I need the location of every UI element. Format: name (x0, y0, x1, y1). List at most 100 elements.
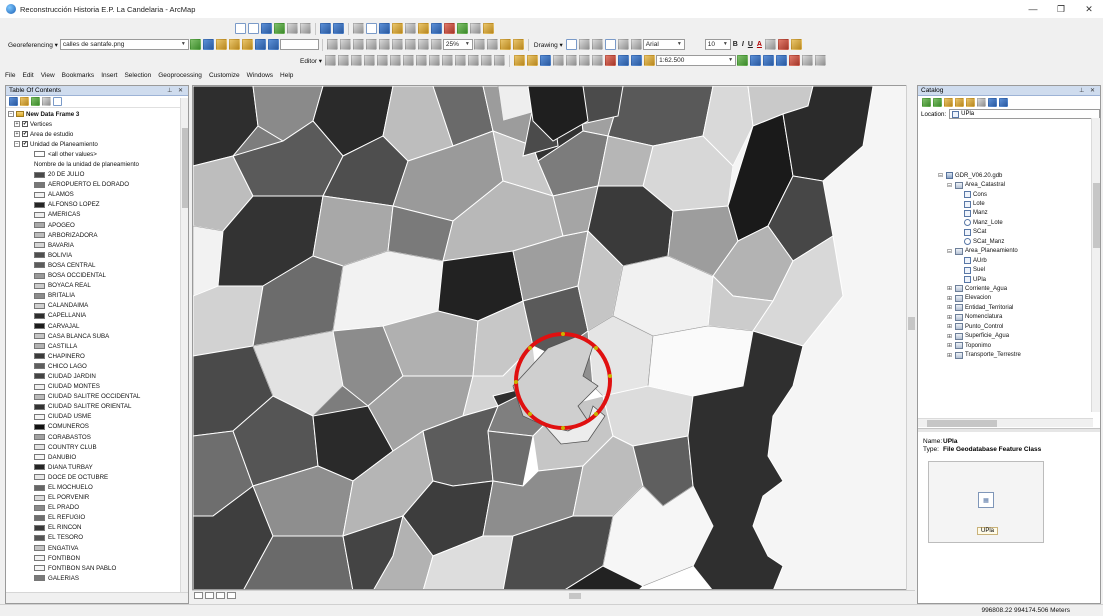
catalog-tree-item[interactable]: ⊞ Toponimo (938, 341, 1092, 350)
underline-button[interactable]: U (748, 41, 753, 48)
upz-region[interactable] (193, 285, 264, 357)
list-by-selection-icon[interactable] (42, 97, 51, 106)
find-icon[interactable] (431, 23, 442, 34)
expand-icon[interactable]: ⊞ (947, 304, 955, 311)
legend-class-row[interactable]: COMUNEROS (8, 422, 188, 432)
legend-swatch[interactable] (34, 494, 45, 501)
shift-icon[interactable] (202, 39, 214, 50)
identify-icon[interactable] (379, 23, 390, 34)
rotate-icon[interactable] (189, 39, 201, 50)
legend-class-row[interactable]: DANUBIO (8, 452, 188, 462)
vertex-marker[interactable] (594, 346, 598, 350)
catalog-tree-item[interactable]: Suel (938, 265, 1092, 274)
font-select[interactable]: Arial ▼ (642, 39, 685, 50)
legend-class-row[interactable]: CIUDAD USME (8, 412, 188, 422)
scale-value-input[interactable] (279, 39, 319, 50)
vertex-marker[interactable] (561, 332, 565, 336)
tool-b-icon[interactable] (339, 39, 351, 50)
legend-class-row[interactable]: BAVARIA (8, 240, 188, 250)
zoom-in-icon[interactable] (235, 23, 246, 34)
expand-icon[interactable]: ⊞ (947, 323, 955, 330)
toc-scroll-thumb[interactable] (182, 128, 188, 208)
hyperlink-icon[interactable] (392, 23, 403, 34)
catalog-tree-item[interactable]: SCat (938, 228, 1092, 237)
expand-icon[interactable]: ⊞ (947, 285, 955, 292)
legend-class-row[interactable]: CHAPINERO (8, 351, 188, 361)
legend-swatch[interactable] (34, 484, 45, 491)
layout-b-icon[interactable] (486, 39, 498, 50)
legend-class-row[interactable]: CORABASTOS (8, 432, 188, 442)
map-display[interactable] (192, 85, 910, 590)
tool-f-icon[interactable] (391, 39, 403, 50)
legend-class-row[interactable]: AEROPUERTO EL DORADO (8, 180, 188, 190)
reshape-icon[interactable] (416, 55, 428, 66)
legend-class-row[interactable]: BRITALIA (8, 291, 188, 301)
print-icon[interactable] (553, 55, 565, 66)
legend-swatch[interactable] (34, 444, 45, 451)
legend-swatch[interactable] (34, 323, 45, 330)
legend-swatch[interactable] (34, 504, 45, 511)
legend-class-row[interactable]: ALAMOS (8, 190, 188, 200)
expand-icon[interactable]: ⊞ (947, 342, 955, 349)
legend-swatch[interactable] (34, 282, 45, 289)
legend-class-row[interactable]: BOSA OCCIDENTAL (8, 271, 188, 281)
legend-class-row[interactable]: APOGEO (8, 220, 188, 230)
toc-options-icon[interactable] (53, 97, 62, 106)
legend-class-row[interactable]: CIUDAD SALITRE ORIENTAL (8, 402, 188, 412)
legend-swatch[interactable] (34, 242, 45, 249)
time-slider-icon[interactable] (470, 23, 481, 34)
map-vscroll-thumb[interactable] (908, 317, 915, 330)
catalog-preview[interactable]: ▦ UPla (928, 461, 1044, 543)
legend-swatch[interactable] (34, 534, 45, 541)
menu-windows[interactable]: Windows (247, 72, 273, 79)
toc-pin-close-icons[interactable]: ⊥ ✕ (167, 87, 185, 94)
tool-g-icon[interactable] (404, 39, 416, 50)
legend-swatch[interactable] (34, 363, 45, 370)
edit-annotation-icon[interactable] (338, 55, 350, 66)
create-viewer-icon[interactable] (483, 23, 494, 34)
legend-class-row[interactable]: EL PORVENIR (8, 493, 188, 503)
legend-class-row[interactable]: CIUDAD SALITRE OCCIDENTAL (8, 392, 188, 402)
layout-view-icon[interactable] (205, 592, 214, 599)
legend-class-row[interactable]: DIANA TURBAY (8, 462, 188, 472)
collapse-icon[interactable]: ⊟ (938, 172, 946, 179)
pause-drawing-icon[interactable] (227, 592, 236, 599)
catalog-hscroll-thumb[interactable] (927, 420, 997, 427)
curved-text-icon[interactable] (630, 39, 642, 50)
legend-class-row[interactable]: CIUDAD MONTES (8, 382, 188, 392)
html-popup-icon[interactable] (405, 23, 416, 34)
vertex-marker[interactable] (514, 380, 518, 384)
legend-swatch[interactable] (34, 383, 45, 390)
font-color-button[interactable]: A (757, 41, 762, 48)
expand-icon[interactable]: ⊞ (947, 314, 955, 321)
tool-i-icon[interactable] (430, 39, 442, 50)
catalog-horizontal-scrollbar[interactable] (918, 418, 1093, 427)
model-builder-icon[interactable] (815, 55, 827, 66)
forward-arrow-icon[interactable] (933, 97, 942, 107)
catalog-tree-item[interactable]: ⊞ Punto_Control (938, 322, 1092, 331)
layer-checkbox[interactable]: ✔ (22, 141, 28, 148)
layer-row-vertices[interactable]: + ✔ Vertices (8, 119, 188, 129)
catalog-tree-item[interactable]: ⊟ Area_Catastral (938, 180, 1092, 189)
edit-tool-icon[interactable] (325, 55, 337, 66)
search-window-icon[interactable] (776, 55, 788, 66)
legend-swatch[interactable] (34, 252, 45, 259)
view-link-table-icon[interactable] (254, 39, 266, 50)
find-route-icon[interactable] (444, 23, 455, 34)
python-window-icon[interactable] (802, 55, 814, 66)
collapse-icon[interactable]: ⊟ (947, 248, 955, 255)
list-by-drawing-order-icon[interactable] (9, 97, 18, 106)
legend-swatch[interactable] (34, 201, 45, 208)
connect-folder-icon[interactable] (966, 97, 975, 107)
legend-class-row[interactable]: EL TESORO (8, 533, 188, 543)
expand-icon[interactable]: + (14, 121, 20, 128)
toc-bottom-scrollbar[interactable] (6, 592, 188, 603)
end-point-arc-icon[interactable] (364, 55, 376, 66)
fixed-zoom-out-icon[interactable] (300, 23, 311, 34)
legend-class-row[interactable]: FONTIBON SAN PABLO (8, 563, 188, 573)
legend-class-row[interactable]: GALERIAS (8, 573, 188, 583)
catalog-tree-item[interactable]: ⊟ Area_Planeamiento (938, 247, 1092, 256)
catalog-tree-item[interactable]: Cons (938, 190, 1092, 199)
legend-swatch[interactable] (34, 413, 45, 420)
tool-c-icon[interactable] (352, 39, 364, 50)
